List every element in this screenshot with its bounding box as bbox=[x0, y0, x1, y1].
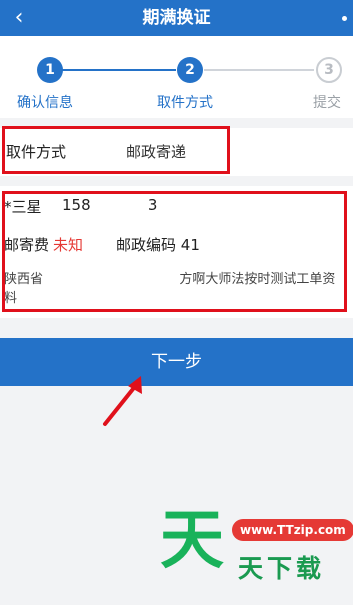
top-bar: ‹ 期满换证 bbox=[0, 0, 353, 36]
next-step-button[interactable]: 下一步 bbox=[0, 338, 353, 386]
watermark-url: www.TTzip.com bbox=[232, 519, 353, 541]
page-title: 期满换证 bbox=[142, 8, 211, 28]
step-connector-1 bbox=[62, 69, 176, 71]
step-1-label: 确认信息 bbox=[17, 95, 73, 111]
progress-stepper: 1 2 3 确认信息 取件方式 提交 bbox=[0, 36, 353, 118]
watermark-text: 天下载 bbox=[238, 554, 326, 583]
watermark-big-char: 天 bbox=[160, 503, 224, 578]
step-1-circle: 1 bbox=[37, 57, 63, 83]
step-2-circle: 2 bbox=[177, 57, 203, 83]
annotation-arrow-icon bbox=[103, 376, 142, 426]
menu-dot-icon[interactable] bbox=[342, 16, 347, 21]
annotation-box-pickup bbox=[2, 126, 230, 174]
step-3-circle: 3 bbox=[316, 57, 342, 83]
annotation-box-address bbox=[2, 191, 347, 312]
step-2-label: 取件方式 bbox=[157, 95, 213, 111]
step-3-label: 提交 bbox=[313, 95, 341, 111]
step-connector-2 bbox=[204, 69, 314, 71]
watermark-logo: 天 www.TTzip.com 天下载 bbox=[160, 503, 353, 600]
